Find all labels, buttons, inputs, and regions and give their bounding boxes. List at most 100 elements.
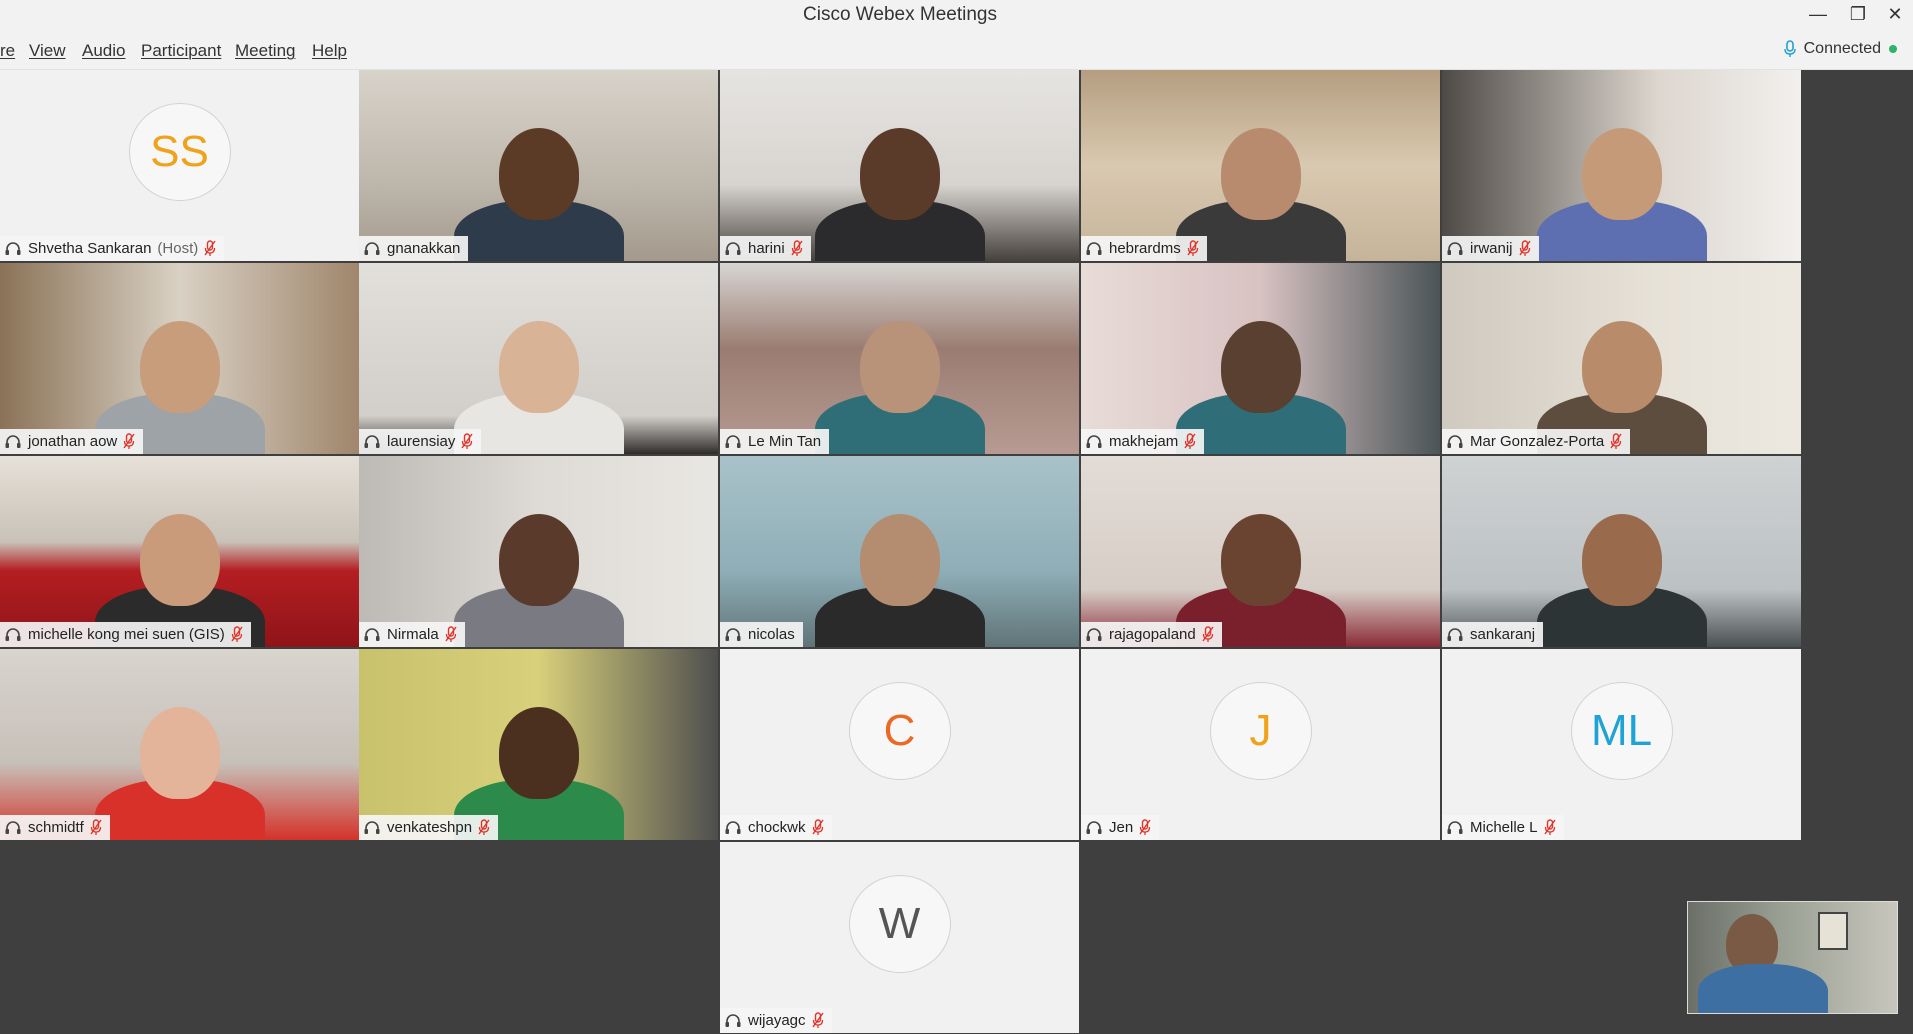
- participant-name-label: hebrardms: [1081, 236, 1207, 261]
- headset-icon: [364, 241, 380, 255]
- participant-figure-head: [1582, 514, 1662, 606]
- restore-button[interactable]: ❐: [1840, 0, 1876, 28]
- participant-tile[interactable]: rajagopaland: [1081, 456, 1440, 647]
- participant-tile[interactable]: venkateshpn: [359, 649, 718, 840]
- muted-microphone-icon: [1202, 626, 1214, 642]
- participant-name: makhejam: [1109, 433, 1179, 450]
- participant-name-label: chockwk: [720, 815, 832, 840]
- muted-microphone-icon: [478, 819, 490, 835]
- participant-tile[interactable]: J Jen: [1081, 649, 1440, 840]
- participant-name-label: schmidtf: [0, 815, 110, 840]
- participant-tile[interactable]: Cchockwk: [720, 649, 1079, 840]
- connection-status-text: Connected: [1803, 40, 1881, 57]
- close-button[interactable]: ✕: [1877, 0, 1913, 28]
- participant-tile[interactable]: Le Min Tan: [720, 263, 1079, 454]
- participant-name-label: wijayagc: [720, 1008, 832, 1033]
- participant-figure-head: [860, 128, 940, 220]
- participant-figure-head: [860, 514, 940, 606]
- participant-name: venkateshpn: [387, 819, 473, 836]
- menu-item-audio[interactable]: Audio: [82, 41, 125, 61]
- participant-initials-avatar: ML: [1570, 682, 1673, 780]
- participant-figure-head: [1221, 128, 1301, 220]
- participant-tile[interactable]: nicolas: [720, 456, 1079, 647]
- participant-name-label: venkateshpn: [359, 815, 499, 840]
- participant-name-label: michelle kong mei suen (GIS): [0, 622, 251, 647]
- headset-icon: [1447, 434, 1463, 448]
- participant-name: Nirmala: [387, 626, 439, 643]
- self-view-preview[interactable]: [1687, 901, 1898, 1014]
- participant-tile[interactable]: jonathan aow: [0, 263, 359, 454]
- participant-tile[interactable]: Mar Gonzalez-Porta: [1442, 263, 1801, 454]
- participant-name: Le Min Tan: [748, 433, 822, 450]
- participant-tile[interactable]: michelle kong mei suen (GIS): [0, 456, 359, 647]
- participant-tile[interactable]: SS Shvetha Sankaran (Host): [0, 70, 359, 261]
- participant-name-label: sankaranj: [1442, 622, 1544, 647]
- muted-microphone-icon: [461, 433, 473, 449]
- muted-microphone-icon: [123, 433, 135, 449]
- participant-name-label: Le Min Tan: [720, 429, 830, 454]
- participant-initials-avatar: J: [1209, 682, 1312, 780]
- muted-microphone-icon: [791, 240, 803, 256]
- participant-figure-head: [1582, 128, 1662, 220]
- participant-name-label: Jen: [1081, 815, 1160, 840]
- muted-microphone-icon: [1543, 819, 1556, 835]
- participant-tile[interactable]: hebrardms: [1081, 70, 1440, 261]
- participant-tile[interactable]: Wwijayagc: [720, 842, 1079, 1033]
- participant-name: chockwk: [748, 819, 806, 836]
- headset-icon: [364, 627, 380, 641]
- menu-item-meeting[interactable]: Meeting: [235, 41, 295, 61]
- participant-tile[interactable]: schmidtf: [0, 649, 359, 840]
- participant-tile[interactable]: makhejam: [1081, 263, 1440, 454]
- menu-item-file[interactable]: re: [0, 41, 15, 61]
- participant-figure-head: [1582, 321, 1662, 413]
- participant-name: laurensiay: [387, 433, 456, 450]
- participant-name-label: nicolas: [720, 622, 803, 647]
- headset-icon: [725, 627, 741, 641]
- participant-figure-head: [499, 321, 579, 413]
- headset-icon: [1447, 241, 1463, 255]
- muted-microphone-icon: [1610, 433, 1622, 449]
- participant-name: michelle kong mei suen (GIS): [28, 626, 225, 643]
- participant-name-label: Nirmala: [359, 622, 465, 647]
- menu-item-help[interactable]: Help: [312, 41, 347, 61]
- participant-name-label: jonathan aow: [0, 429, 144, 454]
- participant-tile[interactable]: Nirmala: [359, 456, 718, 647]
- headset-icon: [725, 434, 741, 448]
- participant-figure-head: [140, 707, 220, 799]
- headset-icon: [1447, 820, 1463, 834]
- window-title: Cisco Webex Meetings: [803, 4, 997, 25]
- headset-icon: [5, 241, 21, 255]
- muted-microphone-icon: [1187, 240, 1199, 256]
- muted-microphone-icon: [1518, 240, 1531, 256]
- participant-tile[interactable]: harini: [720, 70, 1079, 261]
- muted-microphone-icon: [811, 819, 824, 835]
- connection-status: Connected: [1783, 40, 1897, 58]
- title-bar: Cisco Webex Meetings — ❐ ✕: [0, 0, 1913, 30]
- minimize-button[interactable]: —: [1800, 0, 1836, 28]
- participant-tile[interactable]: sankaranj: [1442, 456, 1801, 647]
- participant-initials-avatar: W: [848, 875, 951, 973]
- host-badge: (Host): [157, 240, 199, 257]
- participant-name: Jen: [1109, 819, 1134, 836]
- participant-name: sankaranj: [1470, 626, 1536, 643]
- participant-name-label: Shvetha Sankaran (Host): [0, 236, 225, 261]
- menu-item-view[interactable]: View: [29, 41, 66, 61]
- headset-icon: [725, 1013, 741, 1027]
- participant-initials-avatar: SS: [128, 103, 231, 201]
- participant-name-label: rajagopaland: [1081, 622, 1222, 647]
- menu-bar: re View Audio Participant Meeting Help C…: [0, 30, 1913, 70]
- participant-name: Shvetha Sankaran: [28, 240, 152, 257]
- participant-name: wijayagc: [748, 1012, 806, 1029]
- participant-tile[interactable]: gnanakkan: [359, 70, 718, 261]
- headset-icon: [1086, 434, 1102, 448]
- headset-icon: [725, 241, 741, 255]
- participant-tile[interactable]: irwanij: [1442, 70, 1801, 261]
- participant-tile[interactable]: laurensiay: [359, 263, 718, 454]
- menu-item-participant[interactable]: Participant: [141, 41, 221, 61]
- participant-name: schmidtf: [28, 819, 84, 836]
- participant-tile[interactable]: ML Michelle L: [1442, 649, 1801, 840]
- participant-figure-head: [140, 514, 220, 606]
- participant-figure-head: [1221, 321, 1301, 413]
- participant-name: nicolas: [748, 626, 795, 643]
- participant-name: Mar Gonzalez-Porta: [1470, 433, 1605, 450]
